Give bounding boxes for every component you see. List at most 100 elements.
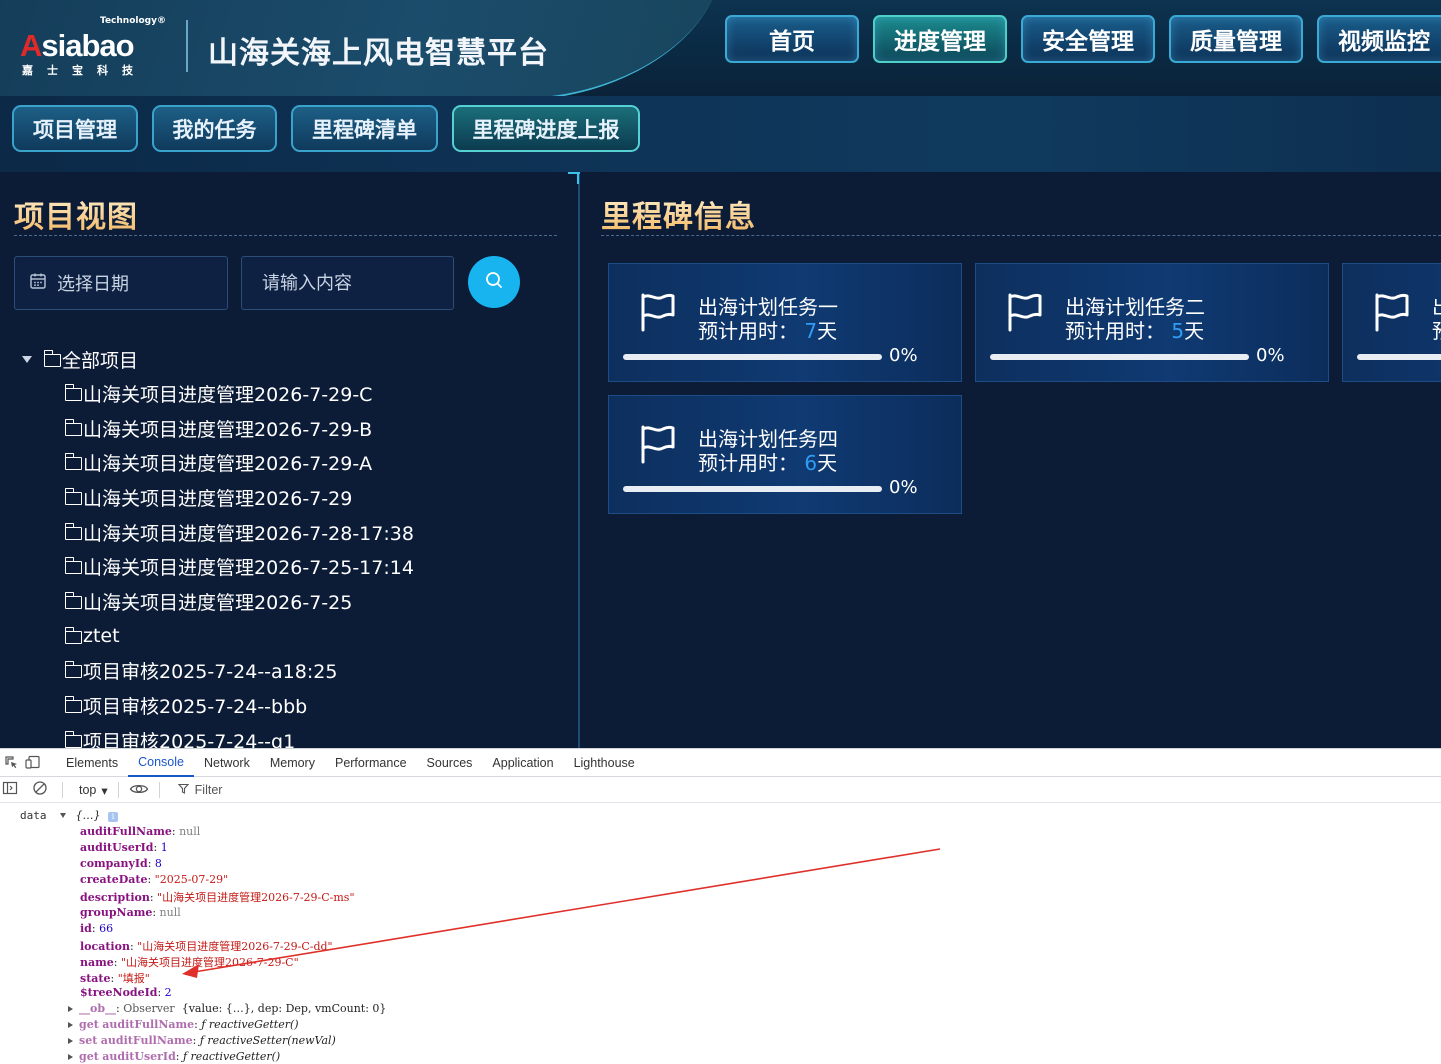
context-selector[interactable]: top ▾ — [79, 783, 108, 798]
top-nav-home[interactable]: 首页 — [725, 15, 859, 63]
console-property: companyId: 8 — [80, 857, 162, 871]
devtools-tab-performance[interactable]: Performance — [325, 749, 417, 777]
company-logo[interactable]: Technology® Asiabao 嘉士宝科技 — [18, 16, 168, 78]
tree-item[interactable]: 山海关项目进度管理2026-7-28-17:38 — [22, 515, 572, 550]
live-expression-eye-icon[interactable] — [129, 781, 149, 800]
expand-triangle-icon[interactable] — [68, 1022, 73, 1029]
milestone-card[interactable]: 出海计划任务四 预计用时： 6天 0% — [608, 395, 962, 514]
expand-triangle-icon[interactable] — [68, 1006, 73, 1013]
progress-bar — [623, 354, 882, 360]
progress-percent: 0% — [1256, 345, 1285, 366]
clear-console-icon[interactable] — [32, 780, 48, 800]
milestone-card[interactable]: 出海计划任务一 预计用时： 7天 0% — [608, 263, 962, 382]
expand-triangle-icon[interactable] — [68, 1054, 73, 1061]
property-value: "山海关项目进度管理2026-7-29-C-ms" — [157, 891, 355, 905]
milestone-card-list: 出海计划任务一预计用时： 7天0%出海计划任务二预计用时： 5天0%出预出海计划… — [608, 263, 1441, 523]
tree-item[interactable]: 山海关项目进度管理2026-7-29 — [22, 480, 572, 515]
top-nav-safety[interactable]: 安全管理 — [1021, 15, 1155, 63]
folder-icon — [64, 730, 82, 748]
duration-unit: 天 — [817, 319, 838, 343]
tree-root-node[interactable]: 全部项目 — [22, 342, 572, 376]
property-type: Observer — [123, 1002, 175, 1016]
tree-item-label: 山海关项目进度管理2026-7-29-A — [83, 453, 373, 476]
tree-item[interactable]: ztet — [22, 619, 572, 654]
console-property: auditUserId: 1 — [80, 841, 168, 855]
tree-item[interactable]: 山海关项目进度管理2026-7-29-A — [22, 445, 572, 480]
console-property: description: "山海关项目进度管理2026-7-29-C-ms" — [80, 891, 355, 905]
context-label: top — [79, 783, 97, 797]
search-input[interactable] — [241, 256, 454, 310]
tree-item[interactable]: 山海关项目进度管理2026-7-25 — [22, 584, 572, 619]
milestone-card[interactable]: 出预 — [1342, 263, 1441, 382]
progress-bar — [1357, 354, 1441, 360]
property-key: description — [80, 891, 150, 905]
duration-days: 5 — [1171, 319, 1185, 343]
search-button[interactable] — [468, 256, 520, 308]
filter-icon — [177, 783, 189, 797]
tree-item[interactable]: 项目审核2025-7-24--a18:25 — [22, 654, 572, 689]
progress-percent: 0% — [889, 477, 918, 498]
console-filter[interactable]: Filter — [177, 783, 223, 797]
duration-days: 7 — [804, 319, 818, 343]
tree-item[interactable]: 项目审核2025-7-24--bbb — [22, 688, 572, 723]
devtools-tab-elements[interactable]: Elements — [56, 749, 128, 777]
date-picker-placeholder: 选择日期 — [57, 274, 129, 295]
tree-item[interactable]: 山海关项目进度管理2026-7-29-C — [22, 376, 572, 411]
expand-triangle-icon[interactable] — [60, 813, 66, 818]
sub-nav-milestone-list[interactable]: 里程碑清单 — [291, 105, 438, 152]
toolbar-separator — [117, 782, 119, 798]
console-accessor[interactable]: get auditFullName: ƒ reactiveGetter() — [68, 1018, 299, 1031]
tree-item[interactable]: 山海关项目进度管理2026-7-25-17:14 — [22, 549, 572, 584]
devtools-tab-application[interactable]: Application — [482, 749, 563, 777]
console-accessor[interactable]: get auditUserId: ƒ reactiveGetter() — [68, 1050, 280, 1063]
logo-chinese-name: 嘉士宝科技 — [22, 64, 147, 77]
accessor-prefix: get — [79, 1050, 99, 1064]
inspect-element-icon[interactable] — [0, 752, 22, 774]
property-key: $treeNodeId — [80, 986, 158, 999]
date-picker[interactable]: 选择日期 — [14, 256, 228, 310]
devtools-panel: Elements Console Network Memory Performance S… — [0, 748, 1441, 1064]
toolbar-separator — [62, 782, 63, 798]
devtools-tab-lighthouse[interactable]: Lighthouse — [564, 749, 645, 777]
devtools-tab-sources[interactable]: Sources — [417, 749, 483, 777]
top-nav-video[interactable]: 视频监控 — [1317, 15, 1441, 63]
tree-item-label: 山海关项目进度管理2026-7-29 — [83, 487, 353, 510]
duration-unit: 天 — [1184, 319, 1205, 343]
console-property: auditFullName: null — [80, 825, 201, 838]
project-view-title: 项目视图 — [14, 192, 138, 236]
top-nav-progress[interactable]: 进度管理 — [873, 15, 1007, 63]
sub-nav-milestone-report[interactable]: 里程碑进度上报 — [452, 105, 640, 152]
sidebar-toggle-icon[interactable] — [2, 780, 18, 800]
console-property: createDate: "2025-07-29" — [80, 873, 229, 887]
tree-item[interactable]: 山海关项目进度管理2026-7-29-B — [22, 411, 572, 446]
sub-nav-project-management[interactable]: 项目管理 — [12, 105, 138, 152]
property-value: "山海关项目进度管理2026-7-29-C-dd" — [137, 939, 333, 953]
tree-item-label: 项目审核2025-7-24--a18:25 — [83, 661, 338, 684]
top-nav-quality[interactable]: 质量管理 — [1169, 15, 1303, 63]
tree-item-label: 项目审核2025-7-24--q1 — [83, 730, 296, 748]
device-toolbar-icon[interactable] — [22, 752, 44, 774]
property-key: id — [80, 921, 92, 935]
sub-nav-my-tasks[interactable]: 我的任务 — [152, 105, 277, 152]
expand-caret-icon[interactable] — [22, 355, 32, 363]
milestone-card[interactable]: 出海计划任务二 预计用时： 5天 0% — [975, 263, 1329, 382]
devtools-tab-console[interactable]: Console — [128, 749, 194, 777]
tree-item-label: 项目审核2025-7-24--bbb — [83, 696, 308, 719]
accessor-key: auditUserId — [102, 1050, 176, 1064]
devtools-tab-memory[interactable]: Memory — [260, 749, 325, 777]
tree-item-label: 山海关项目进度管理2026-7-28-17:38 — [83, 522, 414, 545]
platform-title: 山海关海上风电智慧平台 — [208, 36, 549, 71]
accessor-prefix: get — [79, 1018, 99, 1032]
filter-placeholder: Filter — [194, 783, 223, 797]
console-accessor[interactable]: set auditFullName: ƒ reactiveSetter(newV… — [68, 1034, 336, 1047]
expand-triangle-icon[interactable] — [68, 1038, 73, 1045]
console-property: name: "山海关项目进度管理2026-7-29-C" — [80, 955, 299, 969]
info-icon[interactable]: i — [108, 812, 118, 822]
console-observer-line[interactable]: __ob__: Observer {value: {…}, dep: Dep, … — [68, 1002, 386, 1015]
accessor-prefix: set — [79, 1034, 98, 1048]
accessor-key: auditFullName — [102, 1018, 195, 1032]
console-object-header[interactable]: data {…} i — [20, 809, 118, 822]
logo-trademark: Technology® — [100, 16, 166, 26]
devtools-tab-network[interactable]: Network — [194, 749, 260, 777]
tree-item[interactable]: 项目审核2025-7-24--q1 — [22, 723, 572, 748]
